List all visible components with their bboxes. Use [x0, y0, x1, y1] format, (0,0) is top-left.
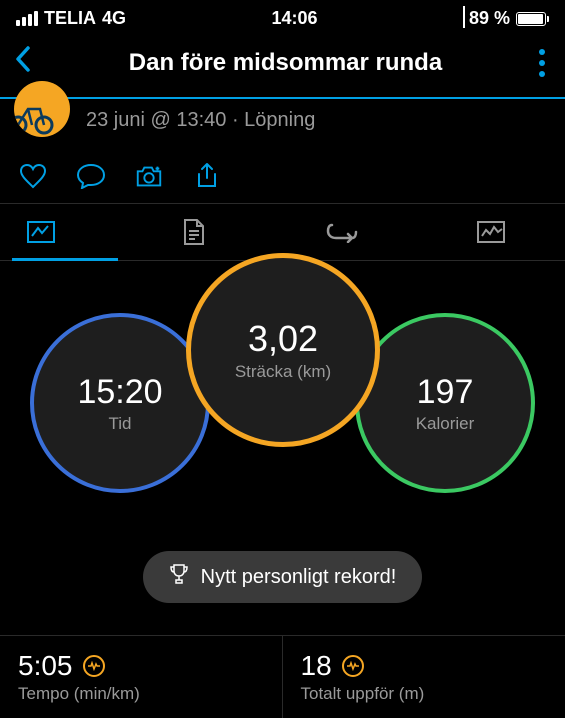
more-button[interactable]	[539, 49, 551, 77]
status-bar: TELIA 4G 14:06 89 %	[0, 0, 565, 33]
circle-time[interactable]: 15:20 Tid	[30, 313, 210, 493]
pr-badge[interactable]: Nytt personligt rekord!	[143, 551, 423, 603]
share-icon[interactable]	[192, 163, 222, 189]
tab-stats[interactable]	[12, 204, 118, 260]
pace-label: Tempo (min/km)	[18, 684, 264, 704]
clock: 14:06	[271, 8, 317, 29]
elev-value: 18	[301, 650, 332, 682]
circle-calories[interactable]: 197 Kalorier	[355, 313, 535, 493]
pr-text: Nytt personligt rekord!	[201, 566, 397, 589]
time-value: 15:20	[77, 373, 162, 412]
tab-details[interactable]	[118, 204, 267, 260]
carrier-label: TELIA	[44, 8, 96, 29]
stat-pace[interactable]: 5:05 Tempo (min/km)	[0, 636, 283, 718]
camera-icon[interactable]	[134, 163, 164, 189]
distance-value: 3,02	[248, 318, 318, 360]
calories-value: 197	[417, 373, 474, 412]
pulse-icon	[83, 655, 105, 677]
avatar[interactable]	[14, 81, 70, 137]
pace-value: 5:05	[18, 650, 73, 682]
status-left: TELIA 4G	[16, 8, 126, 29]
battery-icon	[516, 12, 549, 26]
like-icon[interactable]	[18, 163, 48, 189]
stat-elevation[interactable]: 18 Totalt uppför (m)	[283, 636, 565, 718]
action-bar	[0, 155, 565, 203]
activity-subtitle: 23 juni @ 13:40 · Löpning	[86, 105, 315, 132]
stat-circles: 15:20 Tid 197 Kalorier 3,02 Sträcka (km)	[0, 267, 565, 527]
signal-icon	[16, 11, 38, 26]
activity-meta: 23 juni @ 13:40 · Löpning	[0, 99, 565, 155]
circle-distance[interactable]: 3,02 Sträcka (km)	[186, 253, 380, 447]
calories-label: Kalorier	[416, 414, 475, 434]
back-button[interactable]	[14, 45, 32, 81]
elev-label: Totalt uppför (m)	[301, 684, 548, 704]
tab-laps[interactable]	[267, 204, 416, 260]
tab-charts[interactable]	[416, 204, 565, 260]
status-right: 89 %	[463, 8, 549, 29]
network-label: 4G	[102, 8, 126, 29]
page-title: Dan före midsommar runda	[129, 49, 442, 77]
header: Dan före midsommar runda	[0, 33, 565, 97]
battery-label: 89 %	[469, 8, 510, 29]
pulse-icon	[342, 655, 364, 677]
stat-grid: 5:05 Tempo (min/km) 18 Totalt uppför (m)	[0, 635, 565, 718]
distance-label: Sträcka (km)	[235, 362, 331, 382]
time-label: Tid	[109, 414, 132, 434]
comment-icon[interactable]	[76, 163, 106, 189]
trophy-icon	[169, 563, 189, 591]
